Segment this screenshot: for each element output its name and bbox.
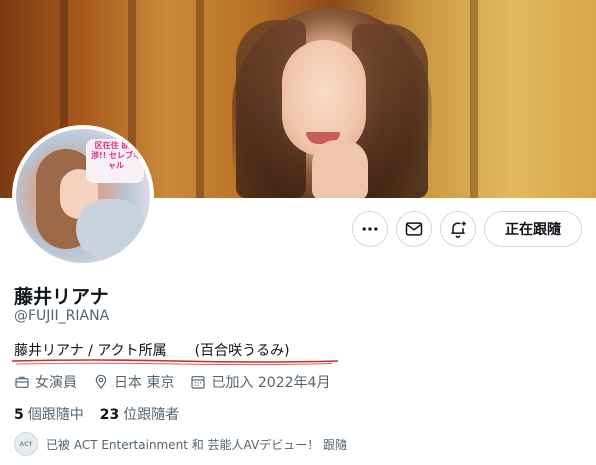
notify-button[interactable] xyxy=(440,211,476,247)
joined-text: 已加入 2022年4月 xyxy=(211,375,331,391)
followed-by[interactable]: ACT 已被 ACT Entertainment 和 芸能人AVデビュー！ 跟隨 xyxy=(14,432,347,456)
more-horizontal-icon xyxy=(362,227,378,231)
avatar-image: 区在住 即交渉!! セレブギャル xyxy=(16,129,150,263)
following-label: 個跟隨中 xyxy=(27,407,84,423)
following-stat[interactable]: 5 個跟隨中 xyxy=(14,404,84,424)
follow-stats: 5 個跟隨中 23 位跟隨者 xyxy=(14,404,179,424)
follower-avatar: ACT xyxy=(14,432,38,456)
calendar-icon xyxy=(191,376,206,389)
mail-icon xyxy=(405,222,423,236)
bell-plus-icon xyxy=(451,221,466,239)
following-count: 5 xyxy=(14,407,24,423)
banner-photo-detail xyxy=(312,140,368,198)
following-button[interactable]: 正在跟隨 xyxy=(484,211,582,247)
followers-stat[interactable]: 23 位跟隨者 xyxy=(100,404,179,424)
followers-label: 位跟隨者 xyxy=(123,407,180,423)
followers-count: 23 xyxy=(99,407,120,423)
user-handle: @FUJII_RIANA xyxy=(14,308,110,324)
profile-avatar[interactable]: 区在住 即交渉!! セレブギャル xyxy=(12,125,154,267)
banner-decoration xyxy=(196,0,204,198)
profile-meta: 女演員 日本 東京 已加入 2022年4月 xyxy=(14,372,330,392)
meta-location: 日本 東京 xyxy=(93,372,174,392)
location-text: 日本 東京 xyxy=(114,375,175,391)
avatar-sign-text: 区在住 即交渉!! セレブギャル xyxy=(90,141,142,170)
annotation-underline xyxy=(11,359,339,366)
meta-joined: 已加入 2022年4月 xyxy=(190,372,330,392)
followed-by-text: 已被 ACT Entertainment 和 芸能人AVデビュー！ 跟隨 xyxy=(46,437,348,452)
meta-category: 女演員 xyxy=(14,372,77,392)
message-button[interactable] xyxy=(396,211,432,247)
more-button[interactable] xyxy=(352,211,388,247)
category-text: 女演員 xyxy=(35,375,77,391)
avatar-photo-detail xyxy=(76,199,146,259)
banner-decoration xyxy=(470,0,478,198)
display-name: 藤井リアナ xyxy=(14,286,109,308)
briefcase-icon xyxy=(15,376,29,388)
location-pin-icon xyxy=(95,374,107,389)
profile-bio: 藤井リアナ / アクト所属 (百合咲うるみ) xyxy=(14,343,290,359)
